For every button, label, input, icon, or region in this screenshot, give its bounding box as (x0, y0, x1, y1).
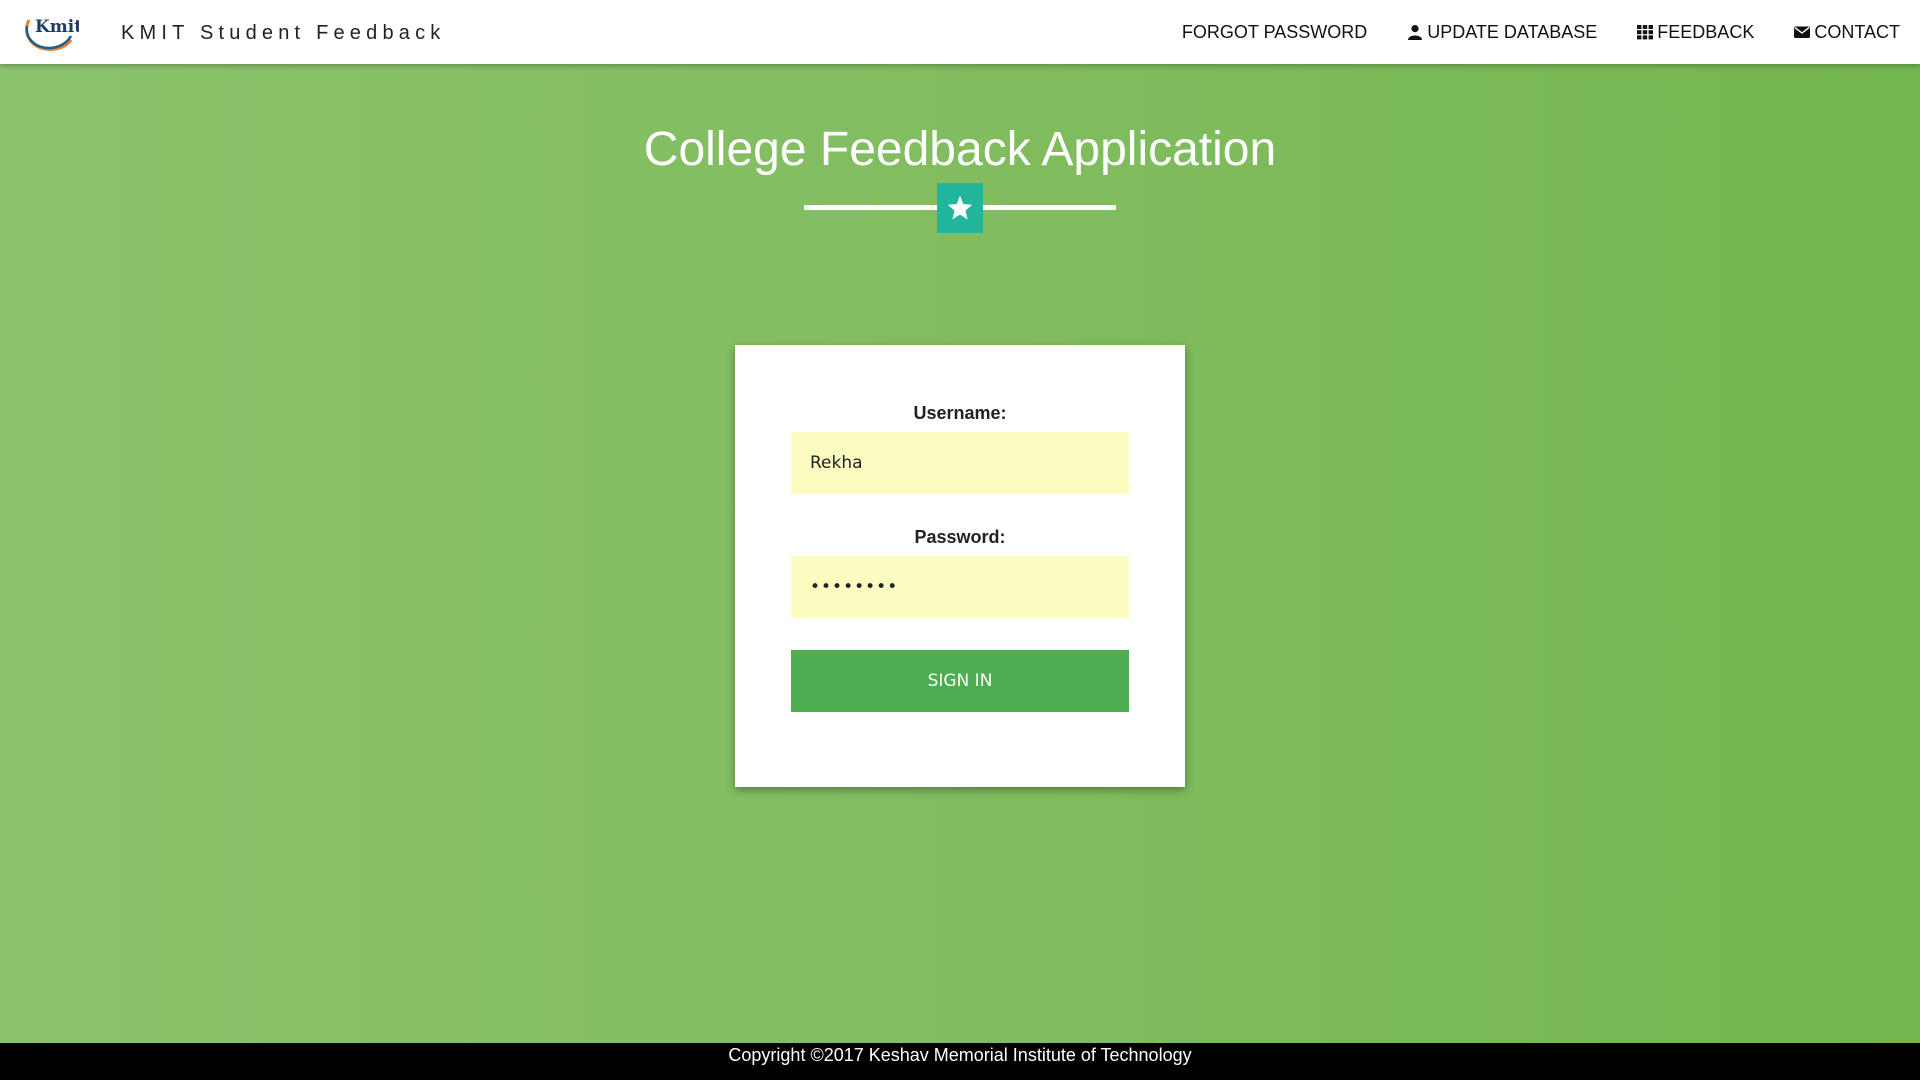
kmit-logo[interactable]: Kmit (21, 6, 79, 54)
nav-forgot-password[interactable]: FORGOT PASSWORD (1182, 22, 1367, 43)
sign-in-button[interactable]: SIGN IN (791, 650, 1129, 712)
top-navbar: Kmit KMIT Student Feedback FORGOT PASSWO… (0, 0, 1920, 64)
page-title: College Feedback Application (643, 123, 1277, 176)
divider-line-left (804, 205, 938, 210)
nav-update-database[interactable]: UPDATE DATABASE (1407, 22, 1597, 43)
nav-links: FORGOT PASSWORD UPDATE DATABASE FEEDBACK (1142, 0, 1900, 64)
username-label: Username: (913, 403, 1007, 423)
nav-feedback[interactable]: FEEDBACK (1637, 22, 1754, 43)
nav-feedback-label: FEEDBACK (1657, 21, 1755, 42)
grid-icon (1637, 24, 1654, 40)
brand-title[interactable]: KMIT Student Feedback (121, 22, 446, 45)
divider-line-right (982, 205, 1116, 210)
footer: Copyright ©2017 Keshav Memorial Institut… (0, 1043, 1920, 1080)
nav-contact[interactable]: CONTACT (1794, 22, 1900, 43)
nav-forgot-password-label: FORGOT PASSWORD (1181, 21, 1368, 42)
nav-contact-label: CONTACT (1814, 21, 1900, 42)
username-input[interactable] (791, 432, 1129, 494)
logo-text: Kmit (35, 17, 79, 37)
nav-update-database-label: UPDATE DATABASE (1427, 21, 1598, 42)
login-card: Username: Password: SIGN IN (735, 345, 1185, 787)
password-label: Password: (914, 527, 1006, 547)
envelope-icon (1794, 24, 1811, 40)
title-divider (804, 183, 1116, 237)
star-icon (937, 183, 983, 233)
user-icon (1407, 24, 1423, 40)
password-input[interactable] (791, 556, 1129, 618)
footer-copyright: Copyright ©2017 Keshav Memorial Institut… (728, 1045, 1192, 1065)
kmit-logo-icon: Kmit (25, 17, 79, 51)
